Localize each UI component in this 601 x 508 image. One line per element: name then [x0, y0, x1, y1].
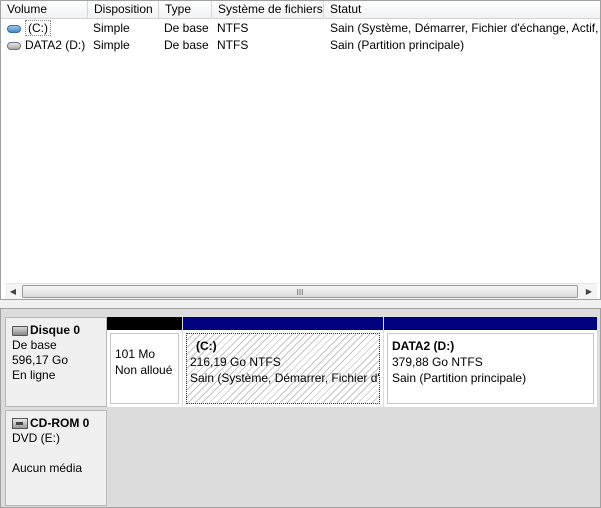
- disk-0-label[interactable]: Disque 0 De base 596,17 Go En ligne: [5, 317, 107, 407]
- column-header-disposition[interactable]: Disposition: [88, 1, 159, 19]
- scroll-left-arrow-icon[interactable]: ◀: [5, 284, 21, 300]
- partition-size: 101 Mo: [115, 347, 156, 361]
- disk-state: En ligne: [12, 368, 56, 382]
- cdrom-drive: DVD (E:): [12, 431, 60, 445]
- cdrom-0-label[interactable]: CD-ROM 0 DVD (E:) Aucun média: [5, 410, 107, 506]
- volume-type: De base: [164, 38, 209, 52]
- cdrom-title: CD-ROM 0: [30, 416, 90, 430]
- partition-bar: [384, 317, 597, 330]
- disk-size: 596,17 Go: [12, 353, 69, 367]
- disk-title: Disque 0: [30, 323, 81, 337]
- cdrom-empty-area: [107, 409, 600, 507]
- partition-d[interactable]: DATA2 (D:) 379,88 Go NTFS Sain (Partitio…: [384, 317, 597, 407]
- cdrom-media: Aucun média: [12, 461, 83, 475]
- partition-name: DATA2 (D:): [392, 339, 455, 353]
- partition-name: (C:): [196, 339, 217, 353]
- partition-status: Sain (Système, Démarrer, Fichier d'é: [190, 371, 380, 385]
- partition-status: Sain (Partition principale): [392, 371, 527, 385]
- partition-size: 379,88 Go NTFS: [392, 355, 483, 369]
- disk-graphical-view[interactable]: Disque 0 De base 596,17 Go En ligne 101 …: [0, 308, 601, 508]
- hard-disk-icon: [12, 326, 28, 336]
- horizontal-scrollbar[interactable]: ◀ III ▶: [5, 283, 597, 299]
- partition-status: Non alloué: [115, 363, 173, 377]
- gray-volume-icon: [7, 42, 21, 50]
- partition-c[interactable]: (C:) 216,19 Go NTFS Sain (Système, Démar…: [183, 317, 383, 407]
- scroll-thumb[interactable]: III: [22, 285, 578, 298]
- column-header-volume[interactable]: Volume: [1, 1, 88, 19]
- volume-status: Sain (Système, Démarrer, Fichier d'échan…: [330, 21, 598, 35]
- scroll-right-arrow-icon[interactable]: ▶: [581, 284, 597, 300]
- volume-type: De base: [164, 21, 209, 35]
- blue-volume-icon: [7, 25, 21, 33]
- column-header-filesystem[interactable]: Système de fichiers: [212, 1, 324, 19]
- volume-filesystem: NTFS: [217, 21, 249, 35]
- disk-type: De base: [12, 338, 57, 352]
- cdrom-drive-icon: [12, 418, 28, 429]
- partition-bar: [183, 317, 383, 330]
- table-row[interactable]: (C:) Simple De base NTFS Sain (Système, …: [1, 20, 600, 37]
- scroll-grip: III: [296, 288, 304, 297]
- column-header-row: Volume Disposition Type Système de fichi…: [1, 1, 600, 19]
- partition-unallocated[interactable]: 101 Mo Non alloué: [107, 317, 182, 407]
- partition-bar: [107, 317, 182, 330]
- volume-disposition: Simple: [93, 38, 130, 52]
- volume-status: Sain (Partition principale): [330, 38, 465, 52]
- volume-name: DATA2 (D:): [25, 38, 86, 52]
- volume-name: (C:): [25, 20, 51, 36]
- partition-size: 216,19 Go NTFS: [190, 355, 281, 369]
- table-row[interactable]: DATA2 (D:) Simple De base NTFS Sain (Par…: [1, 37, 600, 54]
- volume-list-view[interactable]: Volume Disposition Type Système de fichi…: [0, 0, 601, 300]
- column-header-type[interactable]: Type: [159, 1, 212, 19]
- column-header-status[interactable]: Statut: [324, 1, 600, 19]
- volume-disposition: Simple: [93, 21, 130, 35]
- volume-filesystem: NTFS: [217, 38, 249, 52]
